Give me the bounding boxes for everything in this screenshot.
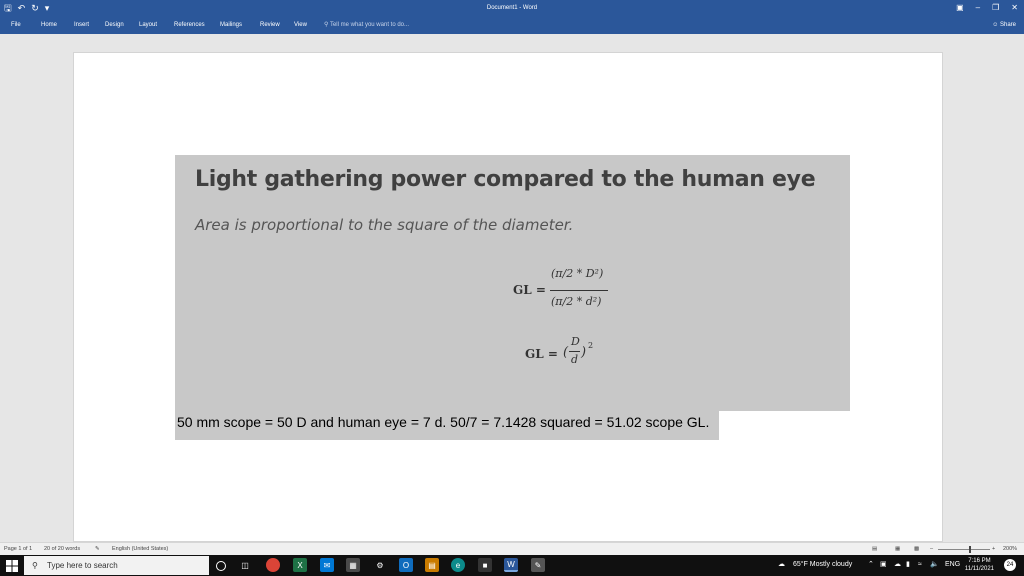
- chevron-up-icon[interactable]: ⌃: [868, 560, 874, 570]
- notification-badge[interactable]: 24: [1004, 559, 1016, 571]
- clock-time: 7:16 PM: [968, 558, 991, 564]
- formula-ratio: GL = ( D d ) 2: [525, 335, 625, 375]
- app-icon[interactable]: ■: [478, 558, 492, 572]
- windows-start-icon[interactable]: [6, 559, 18, 572]
- tab-view[interactable]: View: [294, 20, 307, 30]
- tab-layout[interactable]: Layout: [139, 20, 157, 30]
- file-explorer-icon[interactable]: ▤: [425, 558, 439, 572]
- formula-fraction: GL = (π/2 * D²) (π/2 * d²): [513, 265, 633, 317]
- tab-home[interactable]: Home: [41, 20, 57, 30]
- formula1-denominator: (π/2 * d²): [551, 295, 602, 308]
- formula2-denominator: d: [571, 353, 579, 366]
- title-bar: 🖫 ↶ ↻ ▾ Document1 - Word ▣ – ❐ ✕: [0, 0, 1024, 16]
- weather-text[interactable]: 65°F Mostly cloudy: [793, 560, 852, 570]
- search-icon: ⚲: [32, 561, 38, 570]
- formula1-numerator: (π/2 * D²): [551, 267, 604, 280]
- proofing-icon[interactable]: ✎: [95, 546, 100, 553]
- tell-me-box[interactable]: ⚲ Tell me what you want to do...: [324, 20, 409, 30]
- window-controls: ▣ – ❐ ✕: [956, 1, 1018, 15]
- search-placeholder: Type here to search: [47, 561, 118, 570]
- word-icon[interactable]: W: [504, 558, 518, 572]
- share-button[interactable]: ☺ Share: [992, 20, 1016, 30]
- formula2-lhs: GL =: [525, 347, 558, 361]
- zoom-slider[interactable]: [938, 549, 990, 550]
- clock[interactable]: 7:16 PM 11/11/2021: [965, 557, 994, 573]
- chrome-icon[interactable]: [266, 558, 280, 572]
- ribbon-display-icon[interactable]: ▣: [956, 1, 964, 15]
- word-count[interactable]: 20 of 20 words: [44, 546, 80, 553]
- pasted-slide-image[interactable]: Light gathering power compared to the hu…: [175, 155, 850, 411]
- language-tray[interactable]: ENG: [945, 560, 960, 570]
- zoom-level[interactable]: 200%: [1003, 546, 1017, 553]
- minimize-icon[interactable]: –: [976, 1, 980, 15]
- person-icon: ☺: [992, 22, 1000, 28]
- language-indicator[interactable]: English (United States): [112, 546, 168, 553]
- paint-icon[interactable]: ✎: [531, 558, 545, 572]
- taskbar: ⚲ Type here to search ◫ X ✉ ▦ ⚙ O ▤ e ■ …: [0, 555, 1024, 576]
- tab-mailings[interactable]: Mailings: [220, 20, 242, 30]
- web-layout-icon[interactable]: ▩: [914, 546, 919, 553]
- document-canvas: Light gathering power compared to the hu…: [0, 34, 1024, 542]
- slide-subtitle: Area is proportional to the square of th…: [195, 216, 574, 234]
- close-icon[interactable]: ✕: [1011, 1, 1018, 15]
- clock-date: 11/11/2021: [964, 566, 994, 572]
- open-paren: (: [563, 345, 569, 360]
- edge-icon[interactable]: e: [451, 558, 465, 572]
- print-layout-icon[interactable]: ▦: [895, 546, 900, 553]
- close-paren: ): [581, 345, 587, 360]
- zoom-slider-thumb[interactable]: [969, 546, 971, 553]
- ratio-bar: [569, 351, 580, 352]
- slide-title: Light gathering power compared to the hu…: [195, 167, 816, 192]
- tab-design[interactable]: Design: [105, 20, 124, 30]
- outlook-icon[interactable]: O: [399, 558, 413, 572]
- onedrive-icon[interactable]: ☁: [894, 560, 901, 570]
- battery-icon[interactable]: ▮: [906, 560, 910, 570]
- tab-review[interactable]: Review: [260, 20, 280, 30]
- tab-references[interactable]: References: [174, 20, 205, 30]
- zoom-out-button[interactable]: –: [930, 546, 933, 553]
- mail-icon[interactable]: ✉: [320, 558, 334, 572]
- status-bar: Page 1 of 1 20 of 20 words ✎ English (Un…: [0, 542, 1024, 555]
- wifi-icon[interactable]: ≈: [918, 560, 922, 570]
- tab-file[interactable]: File: [11, 20, 21, 30]
- weather-icon[interactable]: ☁: [778, 560, 785, 570]
- excel-icon[interactable]: X: [293, 558, 307, 572]
- document-page[interactable]: Light gathering power compared to the hu…: [73, 52, 943, 542]
- tell-me-text: Tell me what you want to do...: [329, 22, 409, 28]
- ribbon-tabs: File Home Insert Design Layout Reference…: [0, 16, 1024, 34]
- restore-icon[interactable]: ❐: [992, 1, 999, 15]
- fraction-bar: [550, 290, 608, 291]
- tray-app-icon[interactable]: ▣: [880, 560, 887, 570]
- tab-insert[interactable]: Insert: [74, 20, 89, 30]
- window-title: Document1 - Word: [486, 5, 538, 11]
- formula1-lhs: GL =: [513, 283, 546, 297]
- settings-icon[interactable]: ⚙: [373, 558, 387, 572]
- share-label: Share: [999, 22, 1016, 28]
- calculation-text-box[interactable]: 50 mm scope = 50 D and human eye = 7 d. …: [175, 409, 719, 440]
- volume-icon[interactable]: 🔈: [930, 560, 939, 570]
- calculation-text: 50 mm scope = 50 D and human eye = 7 d. …: [177, 414, 710, 430]
- formula2-numerator: D: [571, 335, 580, 348]
- calculator-icon[interactable]: ▦: [346, 558, 360, 572]
- cortana-icon[interactable]: [216, 561, 226, 571]
- read-mode-icon[interactable]: ▤: [872, 546, 877, 553]
- task-view-icon[interactable]: ◫: [238, 558, 252, 572]
- zoom-in-button[interactable]: +: [992, 546, 995, 553]
- page-count[interactable]: Page 1 of 1: [4, 546, 32, 553]
- formula2-exponent: 2: [588, 341, 594, 350]
- taskbar-search-box[interactable]: ⚲ Type here to search: [24, 556, 209, 575]
